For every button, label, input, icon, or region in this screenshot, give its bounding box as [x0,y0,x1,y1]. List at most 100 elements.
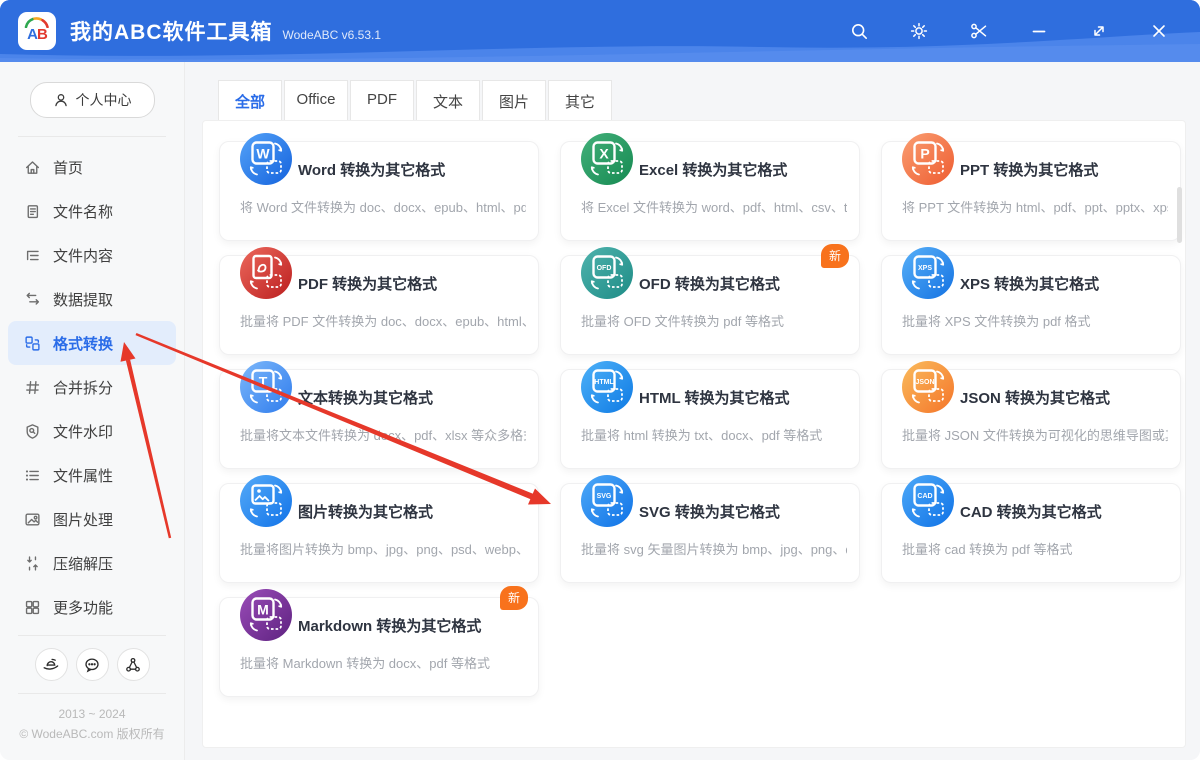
person-icon [54,94,67,107]
card-title: 图片转换为其它格式 [298,504,434,521]
tool-card-html[interactable]: HTML HTML 转换为其它格式 批量将 html 转换为 txt、docx、pd… [560,361,860,469]
close-icon[interactable] [1146,18,1172,44]
sidebar-item-convert[interactable]: 格式转换 [8,321,176,365]
sidebar-item-merge[interactable]: 合并拆分 [0,365,184,409]
extract-icon [24,291,41,308]
scrollbar-thumb[interactable] [1177,187,1182,243]
app-title: 我的ABC软件工具箱 [70,21,273,44]
tool-card-ofd[interactable]: OFD OFD 转换为其它格式 批量将 OFD 文件转换为 pdf 等格式 新 [560,244,860,355]
sidebar-item-filecontent[interactable]: 文件内容 [0,233,184,277]
converter-icon: XPS [902,247,954,299]
compress-icon [24,555,41,572]
browser-icon[interactable] [34,648,68,681]
sidebar-item-label: 首页 [53,159,84,177]
window-controls [846,18,1182,44]
card-description: 批量将 Markdown 转换为 docx、pdf 等格式 [240,656,490,671]
sidebar-item-label: 压缩解压 [53,555,114,573]
tool-card-t[interactable]: T 文本转换为其它格式 批量将文本文件转换为 docx、pdf、xlsx 等众多格式 [219,361,539,469]
card-title: HTML 转换为其它格式 [639,390,790,407]
sidebar-item-label: 格式转换 [53,335,114,353]
tab-其它[interactable]: 其它 [548,80,612,123]
svg-text:OFD: OFD [597,265,612,272]
tab-PDF[interactable]: PDF [350,80,414,123]
card-title: Word 转换为其它格式 [298,162,446,179]
share-icon[interactable] [116,648,150,681]
card-description: 将 PPT 文件转换为 html、pdf、ppt、pptx、xps 等 [902,200,1168,215]
card-title: JSON 转换为其它格式 [960,390,1111,407]
card-description: 将 Excel 文件转换为 word、pdf、html、csv、txt、s [581,200,847,215]
profile-center-button[interactable]: 个人中心 [29,82,155,118]
tool-card-x[interactable]: X Excel 转换为其它格式将 Excel 文件转换为 word、pdf、htm… [560,133,860,241]
maximize-icon[interactable] [1086,18,1112,44]
convert-icon [24,335,41,352]
tab-图片[interactable]: 图片 [482,80,546,123]
content-panel: W Word 转换为其它格式将 Word 文件转换为 doc、docx、epub、… [202,120,1186,748]
card-title: CAD 转换为其它格式 [960,504,1102,521]
tool-card-svg[interactable]: SVG SVG 转换为其它格式 批量将 svg 矢量图片转换为 bmp、jpg、pn… [560,475,860,583]
image-icon [24,511,41,528]
sidebar-item-label: 文件属性 [53,467,114,485]
converter-icon: CAD [902,475,954,527]
copyright-owner: © WodeABC.com 版权所有 [19,727,165,741]
profile-center-label: 个人中心 [75,92,132,108]
tool-card-pdf[interactable]: PDF 转换为其它格式 批量将 PDF 文件转换为 doc、docx、epub、h… [219,247,539,355]
svg-text:XPS: XPS [918,265,932,272]
card-description: 批量将文本文件转换为 docx、pdf、xlsx 等众多格式 [240,428,526,443]
app-version: WodeABC v6.53.1 [282,28,382,42]
home-icon [24,159,41,176]
tool-card-grid: W Word 转换为其它格式将 Word 文件转换为 doc、docx、epub、… [219,133,1181,697]
tab-文本[interactable]: 文本 [416,80,480,123]
sidebar-item-label: 图片处理 [53,511,114,529]
sidebar-item-home[interactable]: 首页 [0,145,184,189]
tool-card-img[interactable]: 图片转换为其它格式 批量将图片转换为 bmp、jpg、png、psd、webp、 [219,475,539,583]
watermark-icon [24,423,41,440]
app-window: AB 我的ABC软件工具箱 WodeABC v6.53.1 个人中心 首页 文件… [0,0,1200,760]
copyright: 2013 ~ 2024 © WodeABC.com 版权所有 [0,694,184,744]
tool-card-cad[interactable]: CAD CAD 转换为其它格式批量将 cad 转换为 pdf 等格式 [881,475,1181,583]
converter-icon: HTML [581,361,633,413]
card-description: 将 Word 文件转换为 doc、docx、epub、html、pd [240,200,526,215]
sidebar: 个人中心 首页文件名称 文件内容数据提取格式转换合并拆分 文件水印文件属性图片处理压… [0,62,185,760]
sidebar-item-watermark[interactable]: 文件水印 [0,409,184,453]
svg-text:M: M [257,602,269,618]
tool-card-json[interactable]: JSON JSON 转换为其它格式批量将 JSON 文件转换为可视化的思维导图或其… [881,361,1181,469]
tool-card-m[interactable]: M Markdown 转换为其它格式 批量将 Markdown 转换为 docx、p… [219,586,539,697]
tab-Office[interactable]: Office [284,80,348,123]
tab-全部[interactable]: 全部 [218,80,282,123]
converter-icon [240,247,292,299]
scissors-icon[interactable] [966,18,992,44]
category-tabs: 全部 Office PDF 文本 图片 其它 [218,80,612,123]
card-title: Excel 转换为其它格式 [639,162,788,179]
svg-text:T: T [259,374,268,390]
svg-text:P: P [920,146,929,162]
sidebar-item-props[interactable]: 文件属性 [0,453,184,497]
sidebar-footer-buttons [0,636,184,693]
tool-card-p[interactable]: P PPT 转换为其它格式将 PPT 文件转换为 html、pdf、ppt、ppt… [881,133,1181,241]
converter-icon: OFD [581,247,633,299]
converter-icon: JSON [902,361,954,413]
card-title: SVG 转换为其它格式 [639,504,780,521]
gear-icon[interactable] [906,18,932,44]
svg-text:HTML: HTML [594,379,614,386]
search-icon[interactable] [846,18,872,44]
tool-card-w[interactable]: W Word 转换为其它格式将 Word 文件转换为 doc、docx、epub、… [219,133,539,241]
sidebar-item-compress[interactable]: 压缩解压 [0,541,184,585]
tool-card-xps[interactable]: XPS XPS 转换为其它格式 批量将 XPS 文件转换为 pdf 格式 [881,247,1181,355]
sidebar-item-more[interactable]: 更多功能 [0,585,184,629]
svg-text:W: W [256,146,270,162]
merge-icon [24,379,41,396]
chat-icon[interactable] [75,648,109,681]
minimize-icon[interactable] [1026,18,1052,44]
filename-icon [24,203,41,220]
card-description: 批量将 cad 转换为 pdf 等格式 [902,542,1073,557]
converter-icon: W [240,133,292,185]
sidebar-item-label: 数据提取 [53,291,114,309]
sidebar-item-filename[interactable]: 文件名称 [0,189,184,233]
sidebar-item-image[interactable]: 图片处理 [0,497,184,541]
card-title: PPT 转换为其它格式 [960,162,1099,179]
svg-text:JSON: JSON [915,379,934,386]
converter-icon: M [240,589,292,641]
converter-icon: SVG [581,475,633,527]
sidebar-item-extract[interactable]: 数据提取 [0,277,184,321]
app-logo: AB [18,12,56,50]
